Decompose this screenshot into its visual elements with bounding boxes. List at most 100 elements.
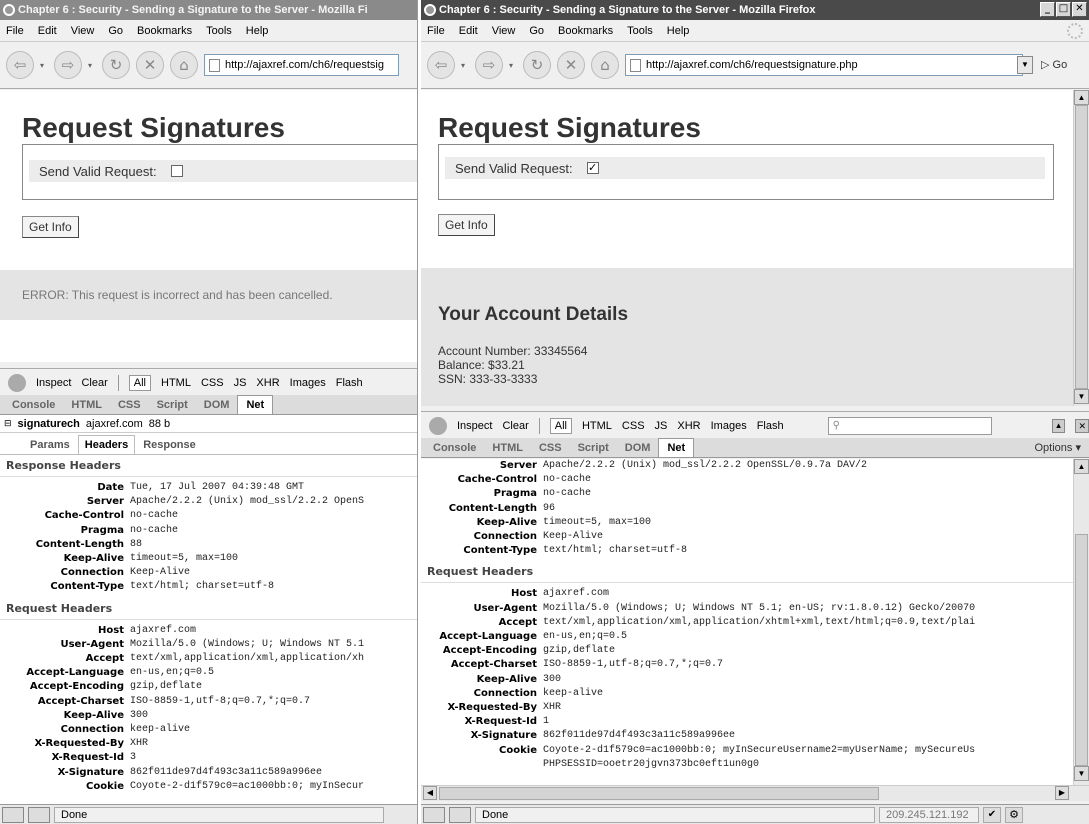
gear-icon[interactable]: ⚙ [1005,806,1023,823]
minimize-button[interactable]: _ [1040,2,1055,17]
scroll-left-icon[interactable]: ◀ [423,786,437,800]
get-info-button[interactable]: Get Info [438,214,495,236]
scroll-thumb[interactable] [1075,534,1088,766]
reload-icon[interactable]: ↻ [102,51,130,79]
filter-js[interactable]: JS [655,420,668,432]
scroll-up-icon[interactable]: ▲ [1074,90,1089,105]
menu-tools[interactable]: Tools [627,25,653,37]
options-menu[interactable]: Options ▾ [1035,441,1082,454]
scroll-right-icon[interactable]: ▶ [1055,786,1069,800]
tab-headers[interactable]: Headers [77,435,136,454]
tab-console[interactable]: Console [4,396,63,414]
menu-tools[interactable]: Tools [206,25,232,37]
chevron-down-icon[interactable]: ▾ [88,61,96,70]
filter-css[interactable]: CSS [622,420,645,432]
tab-net[interactable]: Net [237,395,274,414]
filter-html[interactable]: HTML [582,420,612,432]
resize-icon[interactable] [449,806,471,823]
home-icon[interactable]: ⌂ [170,51,198,79]
scroll-thumb[interactable] [439,787,879,800]
get-info-button[interactable]: Get Info [22,216,79,238]
tab-dom[interactable]: DOM [196,396,238,414]
page-title: Request Signatures [22,112,285,143]
page-scrollbar[interactable]: ▲ ▼ [1073,90,1089,406]
reload-icon[interactable]: ↻ [523,51,551,79]
tab-html[interactable]: HTML [63,396,110,414]
home-icon[interactable]: ⌂ [591,51,619,79]
filter-xhr[interactable]: XHR [677,420,700,432]
menu-go[interactable]: Go [529,25,544,37]
chevron-down-icon[interactable]: ▾ [509,61,517,70]
valid-request-checkbox[interactable]: ✓ [586,162,599,174]
stop-icon[interactable]: ✕ [557,51,585,79]
chevron-down-icon[interactable]: ▾ [461,61,469,70]
filter-images[interactable]: Images [711,420,747,432]
filter-images[interactable]: Images [290,377,326,389]
menu-help[interactable]: Help [246,25,269,37]
go-button[interactable]: ▷ Go [1041,58,1067,71]
menu-file[interactable]: File [427,25,445,37]
firebug-close-icon[interactable]: ✕ [1075,418,1089,433]
url-dropdown-icon[interactable]: ▼ [1017,56,1033,74]
check-icon[interactable]: ✔ [983,806,1001,823]
tab-console[interactable]: Console [425,439,484,457]
filter-js[interactable]: JS [234,377,247,389]
filter-flash[interactable]: Flash [757,420,784,432]
firebug-status-icon[interactable] [423,806,445,823]
scroll-down-icon[interactable]: ▼ [1074,766,1089,781]
forward-icon[interactable]: ⇨ [54,51,82,79]
back-icon[interactable]: ⇦ [427,51,455,79]
filter-all[interactable]: All [549,417,572,434]
tab-net[interactable]: Net [658,438,695,457]
scroll-down-icon[interactable]: ▼ [1074,389,1089,404]
tab-html[interactable]: HTML [484,439,531,457]
back-icon[interactable]: ⇦ [6,51,34,79]
scroll-track[interactable] [1075,474,1088,534]
tab-css[interactable]: CSS [110,396,149,414]
filter-flash[interactable]: Flash [336,377,363,389]
detach-icon[interactable]: ▲ [1051,418,1066,433]
horizontal-scrollbar[interactable]: ◀ ▶ [421,785,1089,801]
scroll-up-icon[interactable]: ▲ [1074,459,1089,474]
firebug-icon[interactable] [8,373,26,392]
filter-html[interactable]: HTML [161,377,191,389]
menu-bookmarks[interactable]: Bookmarks [558,25,613,37]
menu-edit[interactable]: Edit [459,25,478,37]
tab-script[interactable]: Script [570,439,617,457]
inspect-button[interactable]: Inspect [457,420,492,432]
chevron-down-icon[interactable]: ▾ [40,61,48,70]
inspect-button[interactable]: Inspect [36,377,71,389]
scroll-thumb[interactable] [1075,105,1088,389]
firebug-icon[interactable] [429,416,447,435]
menu-help[interactable]: Help [667,25,690,37]
close-button[interactable]: ✕ [1072,2,1087,17]
maximize-button[interactable]: □ [1056,2,1071,17]
menu-edit[interactable]: Edit [38,25,57,37]
forward-icon[interactable]: ⇨ [475,51,503,79]
menu-view[interactable]: View [492,25,516,37]
filter-all[interactable]: All [128,374,151,391]
menu-file[interactable]: File [6,25,24,37]
url-bar[interactable]: http://ajaxref.com/ch6/requestsignature.… [625,54,1023,76]
valid-request-checkbox[interactable] [170,165,183,177]
tab-response[interactable]: Response [137,436,202,454]
stop-icon[interactable]: ✕ [136,51,164,79]
tab-dom[interactable]: DOM [617,439,659,457]
filter-xhr[interactable]: XHR [256,377,279,389]
collapse-icon[interactable]: ⊟ [4,419,12,429]
menu-go[interactable]: Go [108,25,123,37]
tab-script[interactable]: Script [149,396,196,414]
request-row[interactable]: ⊟ signaturech ajaxref.com 88 b [0,415,417,433]
menu-bookmarks[interactable]: Bookmarks [137,25,192,37]
menu-view[interactable]: View [71,25,95,37]
tab-params[interactable]: Params [24,436,76,454]
net-scrollbar[interactable]: ▲ ▼ [1073,459,1089,785]
clear-button[interactable]: Clear [502,420,528,432]
firebug-search-input[interactable]: ⚲ [827,416,992,435]
firebug-status-icon[interactable] [2,806,24,823]
clear-button[interactable]: Clear [81,377,107,389]
tab-css[interactable]: CSS [531,439,570,457]
filter-css[interactable]: CSS [201,377,224,389]
url-bar[interactable]: http://ajaxref.com/ch6/requestsig [204,54,399,76]
resize-icon[interactable] [28,806,50,823]
